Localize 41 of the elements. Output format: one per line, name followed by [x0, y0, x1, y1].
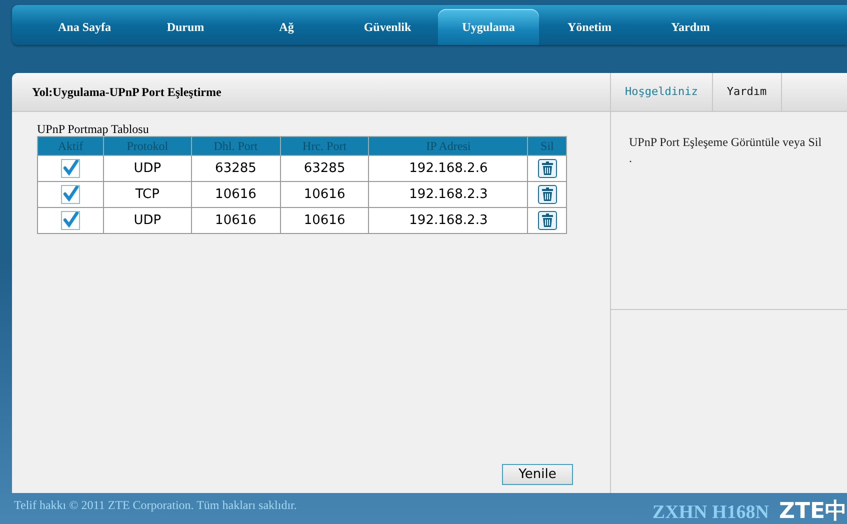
model-name: ZXHN H168N: [652, 502, 769, 524]
nav-tab[interactable]: Uygulama: [438, 9, 539, 45]
copyright-text: Telif hakkı © 2011 ZTE Corporation. Tüm hakları saklıdır.: [14, 498, 297, 514]
trash-icon[interactable]: [538, 211, 557, 230]
table-cell: UDP: [103, 156, 192, 182]
table-cell: 192.168.2.3: [368, 182, 528, 208]
side-tab[interactable]: Yardım: [712, 73, 782, 111]
help-text: UPnP Port Eşleşeme Görüntüle veya Sil: [629, 134, 823, 150]
column-header: IP Adresi: [368, 136, 528, 156]
table-cell: 192.168.2.3: [368, 208, 528, 234]
refresh-button[interactable]: Yenile: [502, 464, 573, 485]
trash-icon[interactable]: [538, 185, 557, 204]
column-header: Aktif: [38, 136, 104, 156]
nav-tab[interactable]: Yardım: [640, 9, 741, 45]
table-cell: 10616: [280, 208, 369, 234]
table-caption: UPnP Portmap Tablosu: [37, 122, 150, 136]
table-cell: 10616: [280, 182, 369, 208]
checkbox[interactable]: [60, 211, 80, 230]
logo: ZTE中: [779, 500, 847, 524]
table-cell: 10616: [191, 208, 280, 234]
checkbox[interactable]: [60, 159, 80, 178]
table-cell: 10616: [191, 182, 280, 208]
table-cell: TCP: [103, 182, 192, 208]
table-cell: 63285: [280, 156, 369, 182]
breadcrumb: Yol:Uygulama-UPnP Port Eşleştirme: [31, 84, 222, 100]
nav-tab[interactable]: Durum: [135, 9, 236, 45]
nav-tab[interactable]: Yönetim: [539, 9, 640, 45]
column-header: Sil: [528, 136, 566, 156]
help-text: .: [629, 150, 633, 166]
nav-tab[interactable]: Güvenlik: [337, 9, 438, 45]
trash-icon[interactable]: [538, 159, 557, 178]
table-cell: UDP: [103, 208, 192, 234]
table-cell: 192.168.2.6: [368, 156, 528, 182]
side-tab[interactable]: Hoşgeldiniz: [611, 73, 713, 111]
table-cell: 63285: [191, 156, 280, 182]
column-header: Dhl. Port: [191, 136, 280, 156]
nav-tab[interactable]: Ağ: [236, 9, 337, 45]
column-header: Hrc. Port: [280, 136, 369, 156]
checkbox[interactable]: [60, 185, 80, 204]
nav-tab[interactable]: Ana Sayfa: [34, 9, 135, 45]
column-header: Protokol: [103, 136, 192, 156]
